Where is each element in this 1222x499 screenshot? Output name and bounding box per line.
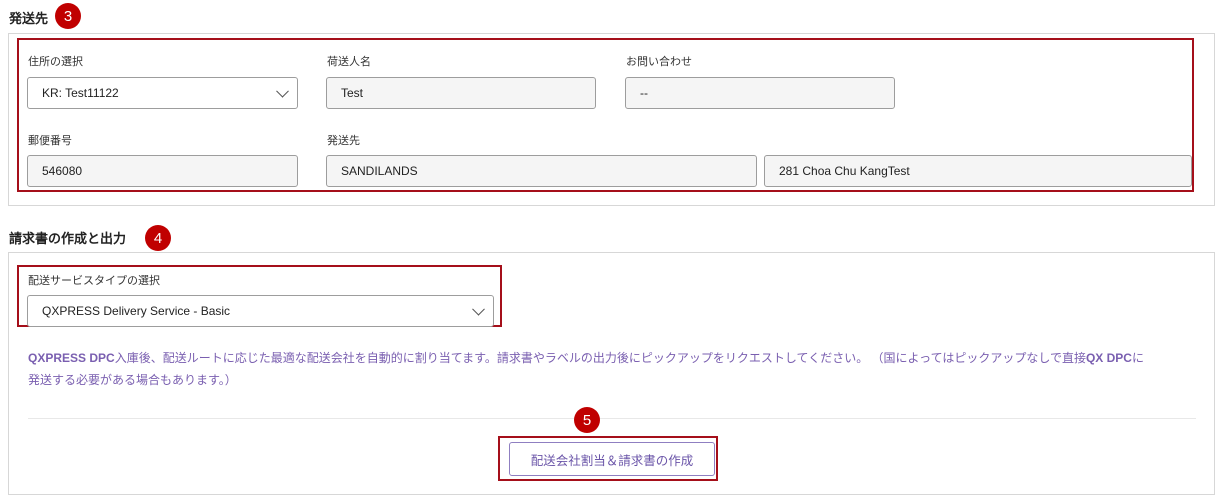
notice-text-2: に [1131,351,1144,365]
postal-code-label: 郵便番号 [28,135,72,147]
shipper-name-field[interactable]: Test [326,77,596,109]
destination-address-value: 281 Choa Chu KangTest [779,164,910,178]
assign-carrier-create-invoice-button[interactable]: 配送会社割当＆請求書の作成 [509,442,715,476]
notice-line-1: QXPRESS DPC入庫後、配送ルートに応じた最適な配送会社を自動的に割り当て… [28,347,1208,369]
notice-brand-2: QX DPC [1085,351,1132,365]
step-badge-4: 4 [145,225,171,251]
chevron-down-icon [472,302,485,316]
step-badge-5: 5 [574,407,600,433]
contact-label: お問い合わせ [626,56,692,68]
service-type-value: QXPRESS Delivery Service - Basic [42,304,231,318]
invoice-section-title: 請求書の作成と出力 [9,231,127,246]
notice-line-2: 発送する必要がある場合もあります。） [28,373,237,387]
section-divider [28,418,1196,419]
address-select-label: 住所の選択 [28,56,83,68]
service-type-label: 配送サービスタイプの選択 [28,275,160,287]
service-type-dropdown[interactable]: QXPRESS Delivery Service - Basic [27,295,494,327]
contact-field[interactable]: -- [625,77,895,109]
postal-code-field[interactable]: 546080 [27,155,298,187]
chevron-down-icon [276,84,289,98]
address-select-dropdown[interactable]: KR: Test11122 [27,77,298,109]
contact-value: -- [640,86,648,100]
step-badge-3: 3 [55,3,81,29]
address-select-value: KR: Test11122 [42,86,119,100]
destination-address-field[interactable]: 281 Choa Chu KangTest [764,155,1192,187]
notice-brand-1: QXPRESS DPC [28,351,115,365]
notice-text-1: 入庫後、配送ルートに応じた最適な配送会社を自動的に割り当てます。請求書やラベルの… [114,351,1086,365]
destination-city-value: SANDILANDS [341,164,418,178]
postal-code-value: 546080 [42,164,83,178]
shipper-name-value: Test [341,86,364,100]
delivery-notice: QXPRESS DPC入庫後、配送ルートに応じた最適な配送会社を自動的に割り当て… [28,347,1208,391]
shipper-name-label: 荷送人名 [327,56,371,68]
destination-label: 発送先 [327,135,360,147]
shipping-section-title: 発送先 [9,11,49,26]
destination-city-field[interactable]: SANDILANDS [326,155,757,187]
